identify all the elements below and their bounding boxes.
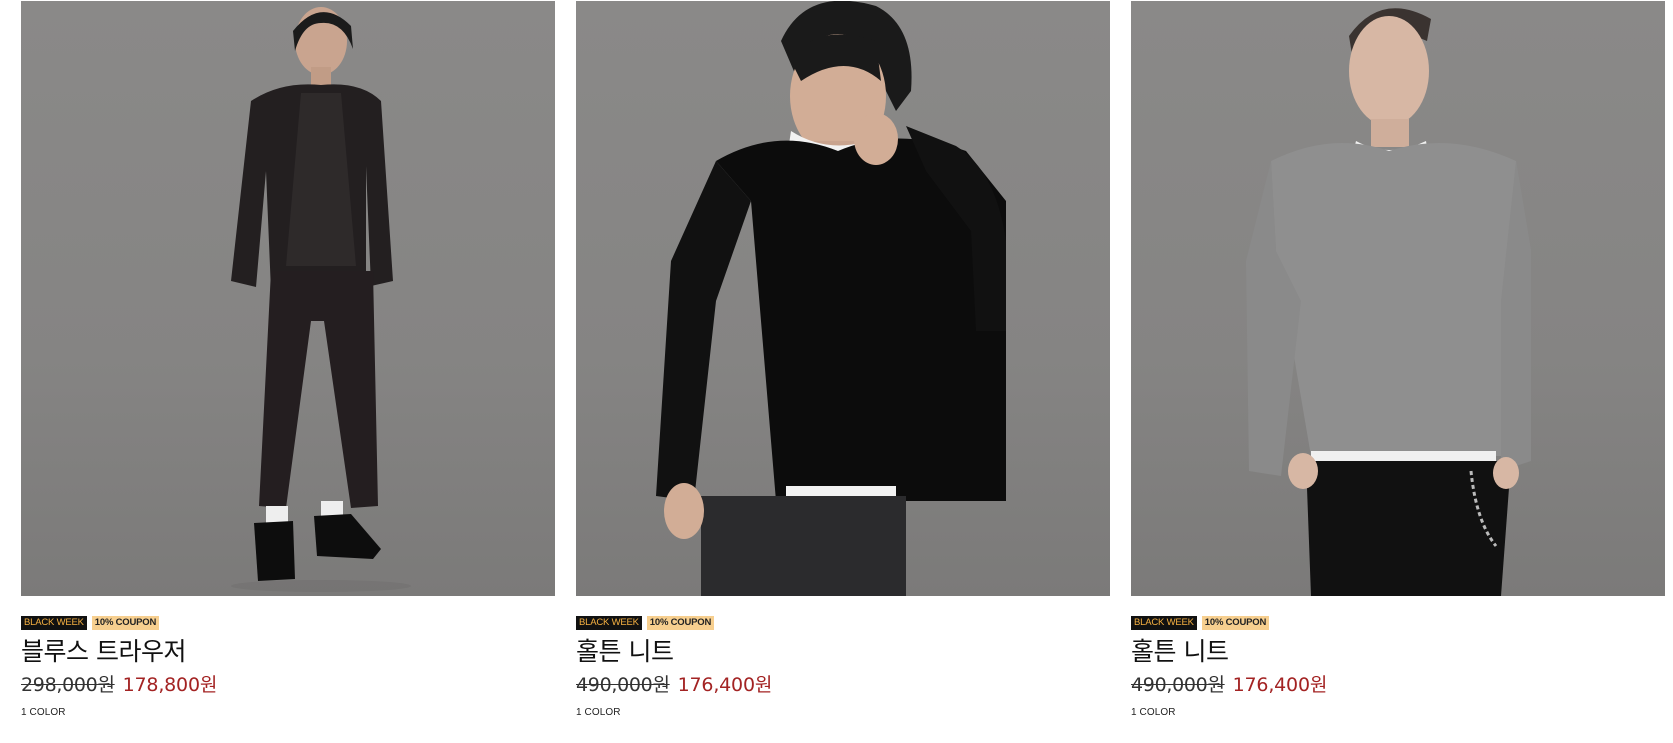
black-week-badge: BLACK WEEK — [576, 616, 642, 630]
sale-price: 176,400원 — [677, 674, 773, 696]
sale-price: 178,800원 — [122, 674, 218, 696]
product-name[interactable]: 블루스 트라우저 — [21, 637, 555, 667]
product-card-holton-knit-grey[interactable]: BLACK WEEK 10% COUPON 홀튼 니트 490,000원 176… — [1131, 1, 1665, 719]
product-image[interactable] — [21, 1, 555, 596]
price-row: 298,000원 178,800원 — [21, 673, 555, 697]
coupon-badge: 10% COUPON — [91, 616, 160, 630]
original-price: 490,000원 — [576, 674, 670, 696]
sale-price: 176,400원 — [1232, 674, 1328, 696]
product-grid: BLACK WEEK 10% COUPON 블루스 트라우저 298,000원 … — [21, 1, 1665, 719]
original-price: 490,000원 — [1131, 674, 1225, 696]
coupon-badge: 10% COUPON — [1201, 616, 1270, 630]
price-row: 490,000원 176,400원 — [576, 673, 1110, 697]
product-name[interactable]: 홀튼 니트 — [1131, 637, 1665, 667]
black-week-badge: BLACK WEEK — [21, 616, 87, 630]
original-price: 298,000원 — [21, 674, 115, 696]
promo-badges: BLACK WEEK 10% COUPON — [1131, 616, 1665, 630]
model-in-suit-illustration — [231, 7, 411, 592]
model-in-grey-sweater-illustration — [1246, 8, 1531, 596]
promo-badges: BLACK WEEK 10% COUPON — [21, 616, 555, 630]
black-week-badge: BLACK WEEK — [1131, 616, 1197, 630]
price-row: 490,000원 176,400원 — [1131, 673, 1665, 697]
product-name[interactable]: 홀튼 니트 — [576, 637, 1110, 667]
product-card-blues-trousers[interactable]: BLACK WEEK 10% COUPON 블루스 트라우저 298,000원 … — [21, 1, 555, 719]
color-count: 1 COLOR — [1131, 707, 1176, 718]
model-in-black-sweater-illustration — [656, 1, 1006, 596]
color-count: 1 COLOR — [576, 707, 621, 718]
coupon-badge: 10% COUPON — [646, 616, 715, 630]
color-count: 1 COLOR — [21, 707, 66, 718]
product-card-holton-knit-black[interactable]: BLACK WEEK 10% COUPON 홀튼 니트 490,000원 176… — [576, 1, 1110, 719]
product-image[interactable] — [576, 1, 1110, 596]
promo-badges: BLACK WEEK 10% COUPON — [576, 616, 1110, 630]
product-image[interactable] — [1131, 1, 1665, 596]
